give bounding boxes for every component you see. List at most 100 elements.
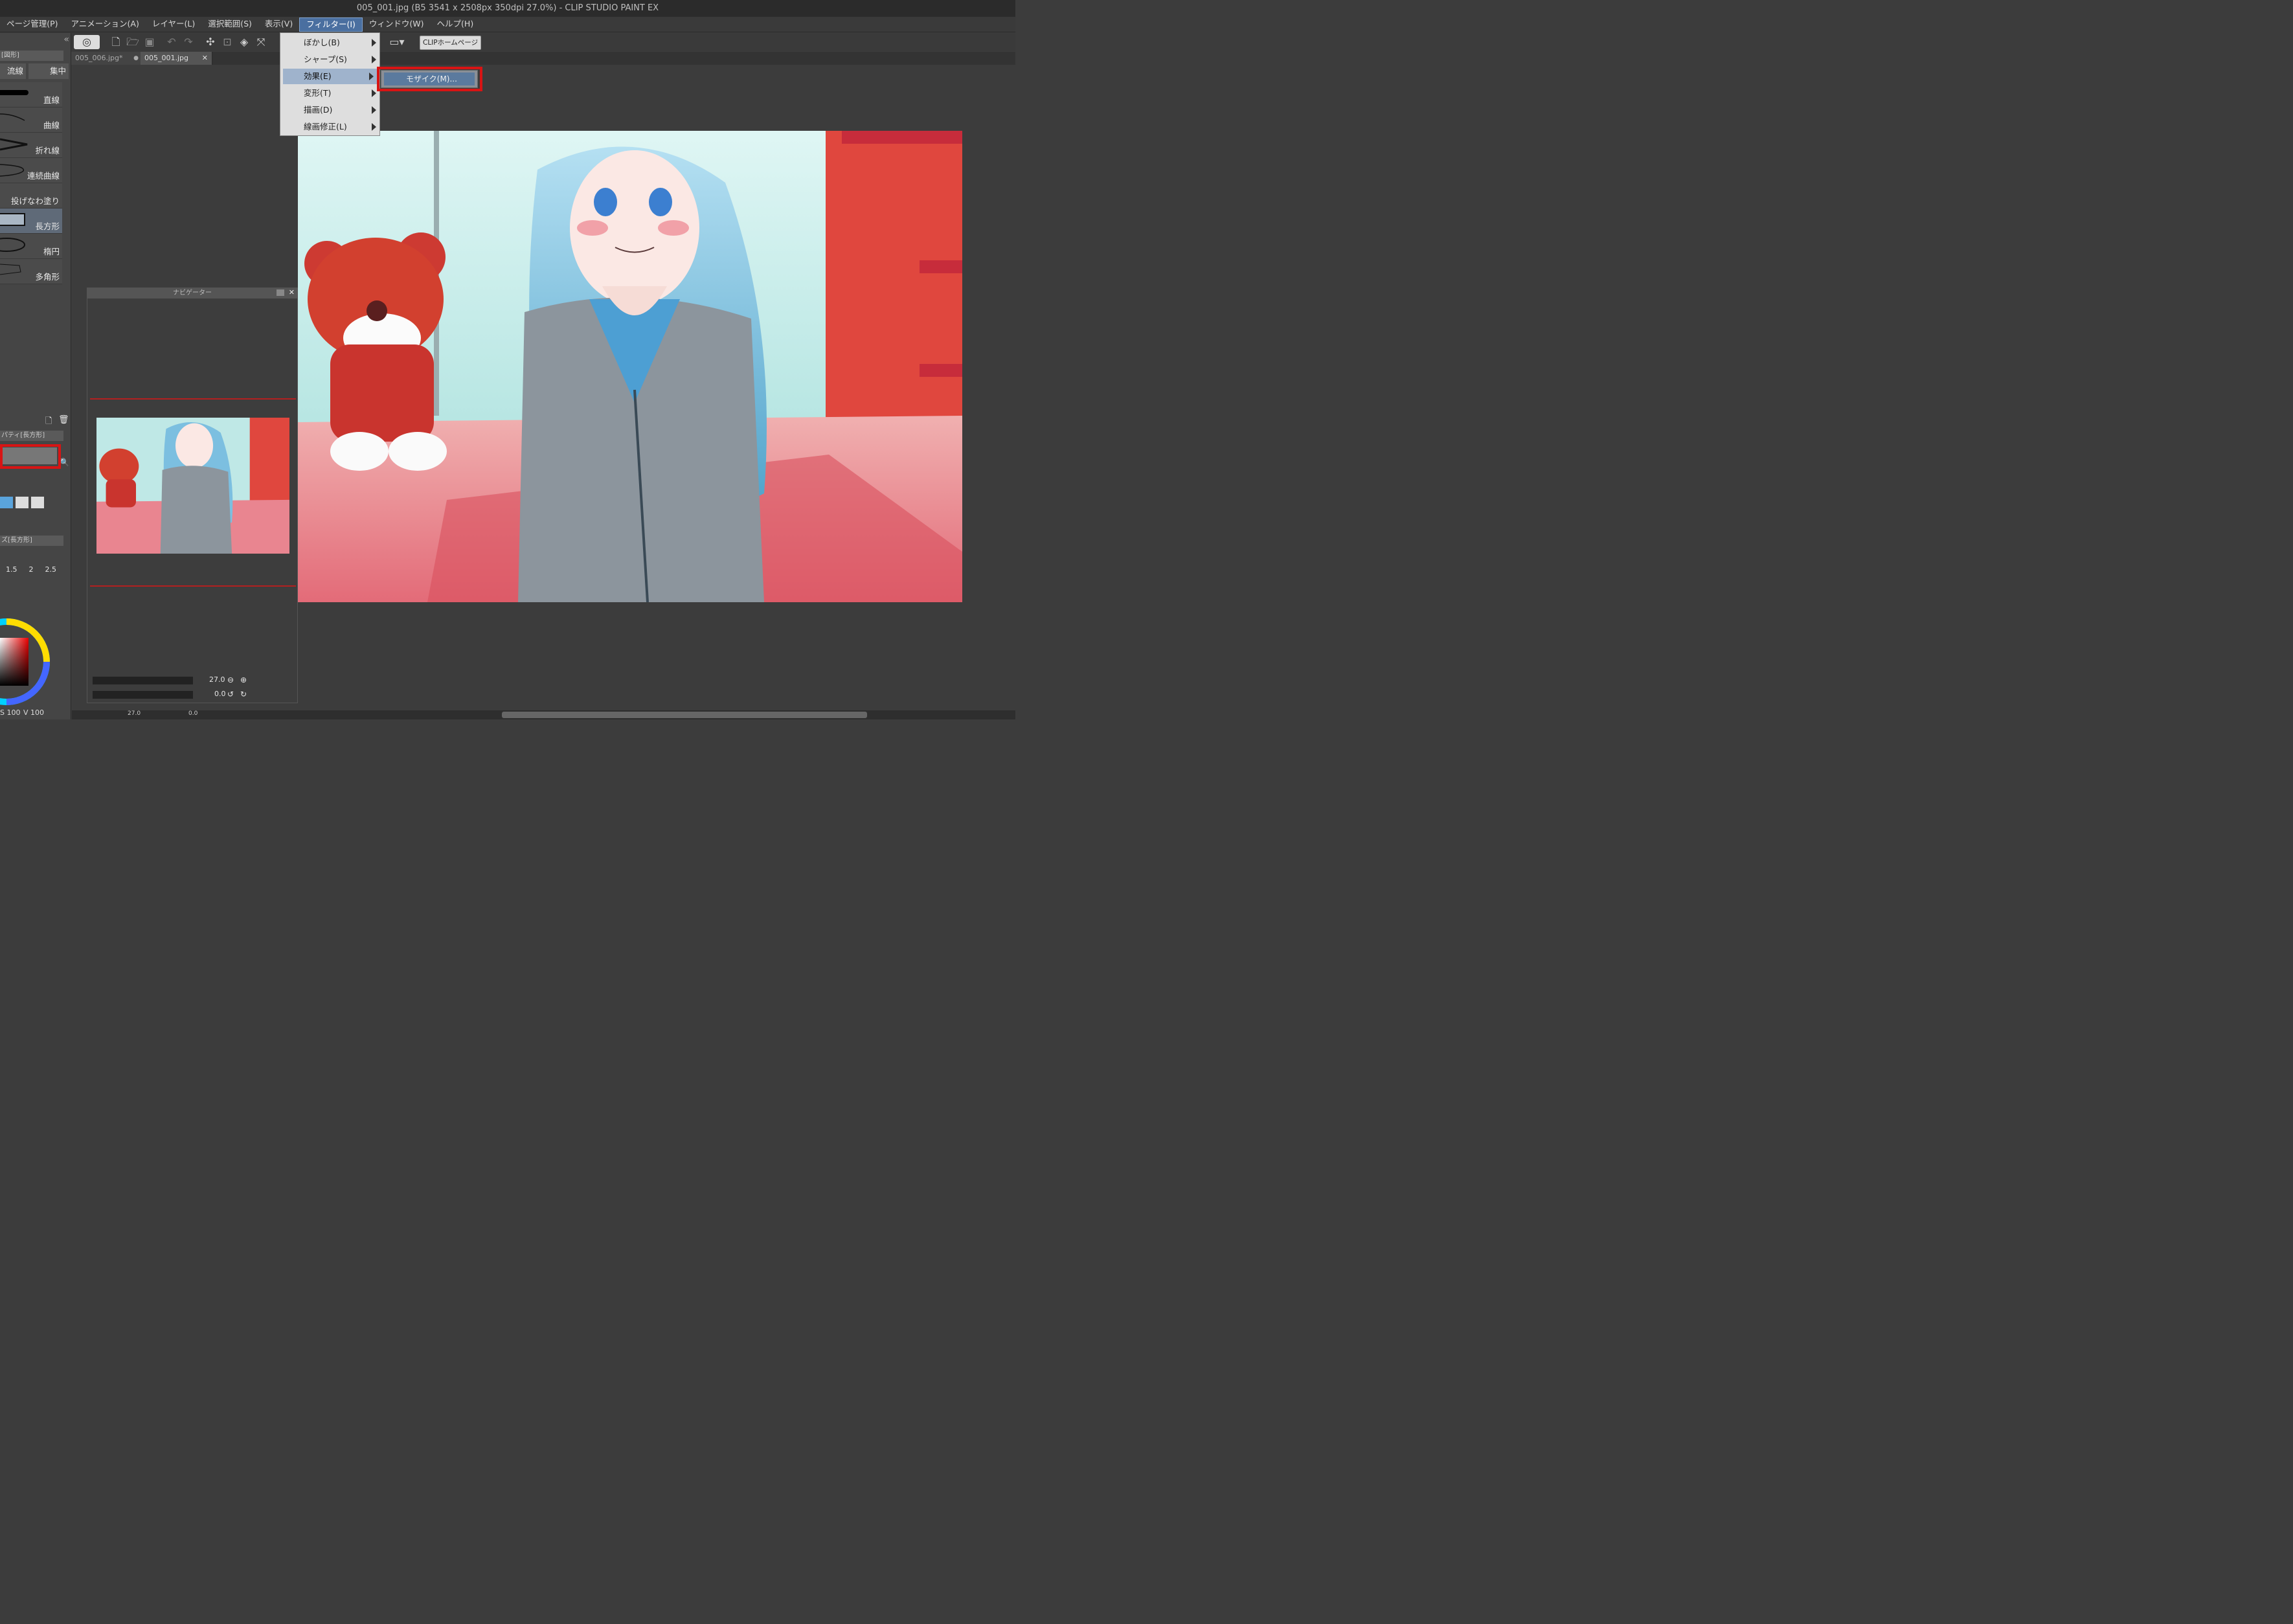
polygon-icon [0, 264, 21, 275]
new-subtool-icon[interactable]: 🗋 [45, 415, 52, 429]
new-file-icon[interactable]: 🗋 [109, 35, 123, 49]
menu-item-transform[interactable]: 変形(T) [304, 85, 380, 101]
close-icon[interactable]: ✕ [202, 52, 208, 65]
horizontal-scrollbar[interactable] [502, 712, 867, 718]
zoom-out-icon[interactable]: ⊖ [227, 675, 234, 684]
brush-size-preset[interactable]: 1.5 [6, 565, 17, 574]
navigator-title: ナビゲーター [87, 288, 297, 299]
unsaved-dot-icon: ● [133, 55, 139, 62]
clip-studio-icon[interactable]: ◎ [74, 35, 100, 49]
panel-header: [図形] [0, 51, 63, 61]
corner-round-icon[interactable] [16, 497, 28, 508]
menu-layer[interactable]: レイヤー(L) [146, 17, 201, 32]
tab-label: 005_001.jpg [144, 54, 189, 62]
polyline-icon [0, 138, 28, 151]
highlight-box [0, 444, 61, 469]
display-icon[interactable]: ▭▾ [387, 35, 407, 49]
corner-bevel-icon[interactable] [31, 497, 44, 508]
tool-property-header: パティ[長方形] [0, 431, 63, 441]
subtool-ellipse[interactable]: 楕円 [0, 234, 62, 259]
fill-icon[interactable]: ◈ [237, 35, 251, 49]
delete-icon[interactable]: 🗑 [58, 415, 69, 425]
transform-icon[interactable]: ⤧ [254, 35, 268, 49]
subtool-polygon[interactable]: 多角形 [0, 259, 62, 284]
menu-animation[interactable]: アニメーション(A) [65, 17, 146, 32]
menu-item-render[interactable]: 描画(D) [304, 102, 380, 118]
status-zoom: 27.0 [128, 710, 141, 717]
menu-bar: ページ管理(P) アニメーション(A) レイヤー(L) 選択範囲(S) 表示(V… [0, 17, 1015, 32]
menu-item-label: シャープ(S) [304, 54, 347, 64]
menu-item-blur[interactable]: ぼかし(B) [304, 35, 380, 51]
tab-005-006[interactable]: 005_006.jpg* ● [71, 52, 143, 65]
submenu-arrow-icon [372, 89, 376, 97]
canvas-artwork[interactable] [298, 131, 962, 603]
curve-icon [0, 113, 25, 121]
clip-home-button[interactable]: CLIPホームページ [420, 36, 482, 50]
open-file-icon[interactable]: 🗁 [126, 35, 140, 49]
menu-item-line-correction[interactable]: 線画修正(L) [304, 119, 380, 135]
submenu-arrow-icon [372, 56, 376, 63]
window-title: 005_001.jpg (B5 3541 x 2508px 350dpi 27.… [0, 0, 1015, 17]
clear-icon[interactable]: ✣ [203, 35, 218, 49]
menu-help[interactable]: ヘルプ(H) [431, 17, 480, 32]
subtool-polyline[interactable]: 折れ線 [0, 133, 62, 158]
redo-icon[interactable]: ↷ [181, 35, 196, 49]
submenu-arrow-icon [369, 73, 374, 80]
menu-item-effect[interactable]: 効果(E) [283, 69, 378, 84]
status-bar: 27.0 0.0 [72, 710, 1015, 719]
subtool-rectangle[interactable]: 長方形 [0, 209, 62, 234]
tab-label: 005_006.jpg* [75, 54, 123, 62]
subtool-label: 折れ線 [35, 146, 60, 155]
tab-005-001[interactable]: 005_001.jpg ✕ [141, 52, 212, 65]
submenu-arrow-icon [372, 39, 376, 47]
color-wheel[interactable] [0, 615, 51, 706]
subtool-curve[interactable]: 曲線 [0, 107, 62, 133]
menu-item-label: ぼかし(B) [304, 38, 340, 47]
minimize-icon[interactable] [277, 289, 284, 296]
zoom-slider[interactable] [93, 677, 193, 684]
rectangle-icon [0, 213, 25, 226]
thumbnail-image [96, 418, 289, 554]
save-icon[interactable]: ▣ [142, 35, 157, 49]
menu-filter[interactable]: フィルター(I) [299, 17, 363, 32]
zoom-in-icon[interactable]: ⊕ [240, 675, 247, 684]
brush-size-preset[interactable]: 2 [29, 565, 34, 574]
undo-icon[interactable]: ↶ [164, 35, 179, 49]
tab-focus-lines[interactable]: 集中 [28, 63, 69, 79]
anime-girl-with-teddy-bear-image [298, 131, 962, 603]
nav-bottom-divider [90, 585, 296, 587]
rotation-slider[interactable] [93, 691, 193, 699]
submenu-arrow-icon [372, 123, 376, 131]
ellipse-icon [0, 238, 25, 252]
corner-square-icon[interactable] [0, 497, 13, 508]
subtool-continuous-curve[interactable]: 連続曲線 [0, 158, 62, 183]
status-rotation: 0.0 [188, 710, 198, 717]
close-icon[interactable]: ✕ [289, 288, 295, 297]
highlight-box [377, 67, 482, 91]
tab-flow-lines[interactable]: 流線 [0, 63, 26, 79]
zoom-value: 27.0 [209, 675, 225, 684]
subtool-straight-line[interactable]: 直線 [0, 82, 62, 107]
rotate-right-icon[interactable]: ↻ [240, 690, 247, 699]
navigator-thumbnail[interactable] [96, 418, 289, 554]
document-tabs: 005_006.jpg* ● 005_001.jpg ✕ [71, 52, 1015, 65]
menu-item-sharpen[interactable]: シャープ(S) [304, 52, 380, 67]
subtool-label: 直線 [43, 95, 60, 105]
color-s-value: S 100 [0, 708, 21, 717]
menu-selection[interactable]: 選択範囲(S) [201, 17, 258, 32]
collapse-icon[interactable]: « [63, 34, 69, 45]
rotation-value: 0.0 [214, 690, 226, 698]
menu-item-label: 描画(D) [304, 105, 333, 115]
subtool-label: 投げなわ塗り [10, 196, 60, 206]
subtool-lasso-fill[interactable]: 投げなわ塗り [0, 183, 62, 209]
brush-size-preset[interactable]: 2.5 [45, 565, 57, 574]
menu-view[interactable]: 表示(V) [258, 17, 299, 32]
rotate-left-icon[interactable]: ↺ [227, 690, 234, 699]
clear-outside-icon[interactable]: ⊡ [220, 35, 234, 49]
zoom-icon[interactable]: 🔍 [60, 458, 69, 467]
subtool-label: 多角形 [35, 272, 60, 282]
menu-item-label: 変形(T) [304, 88, 332, 98]
menu-page[interactable]: ページ管理(P) [0, 17, 65, 32]
menu-window[interactable]: ウィンドウ(W) [363, 17, 431, 32]
color-wheel-icon [0, 618, 50, 705]
